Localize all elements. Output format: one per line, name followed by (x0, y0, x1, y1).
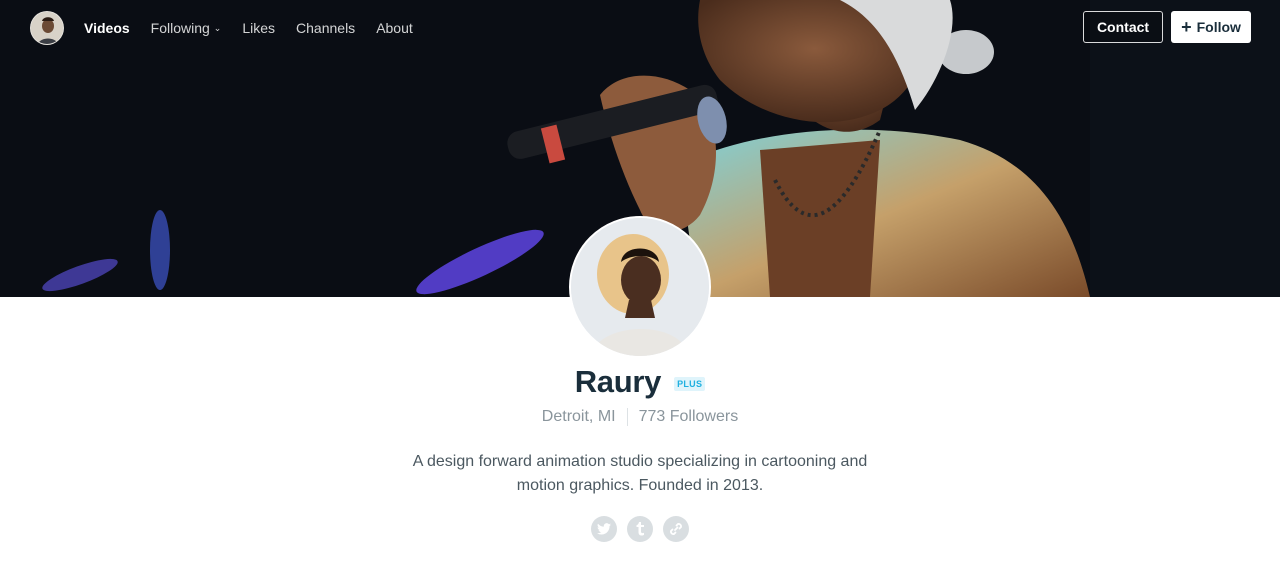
contact-button-label: Contact (1096, 19, 1150, 35)
nav-about[interactable]: About (376, 20, 413, 36)
profile-meta: Detroit, MI 773 Followers (0, 408, 1280, 426)
nav-videos-label: Videos (84, 20, 130, 36)
profile-name-row: Raury PLUS (0, 364, 1280, 400)
plus-icon: + (1181, 17, 1192, 37)
user-avatar[interactable] (30, 11, 64, 45)
followers-count[interactable]: 773 Followers (639, 408, 739, 426)
primary-nav: Videos Following ⌄ Likes Channels About (84, 0, 434, 56)
nav-channels[interactable]: Channels (296, 20, 355, 36)
profile-avatar (569, 216, 711, 358)
social-links (0, 516, 1280, 542)
nav-about-label: About (376, 20, 413, 36)
nav-videos[interactable]: Videos (84, 20, 130, 36)
profile-bio: A design forward animation studio specia… (412, 453, 868, 494)
profile-location: Detroit, MI (541, 408, 616, 425)
profile-name: Raury (574, 364, 662, 399)
plus-badge: PLUS (674, 377, 706, 391)
link-icon[interactable] (663, 516, 689, 542)
nav-following[interactable]: Following ⌄ (151, 20, 222, 36)
follow-button[interactable]: + Follow (1171, 11, 1251, 43)
follow-button-label: Follow (1196, 19, 1241, 35)
contact-button[interactable]: Contact (1083, 11, 1163, 43)
chevron-down-icon: ⌄ (213, 22, 222, 33)
tumblr-icon[interactable] (627, 516, 653, 542)
nav-following-label: Following (150, 20, 210, 36)
profile-avatar-image (571, 218, 709, 356)
twitter-icon[interactable] (591, 516, 617, 542)
nav-likes[interactable]: Likes (242, 20, 275, 36)
nav-likes-label: Likes (242, 20, 276, 36)
nav-channels-label: Channels (296, 20, 356, 36)
user-avatar-image (31, 12, 63, 44)
top-navigation: Videos Following ⌄ Likes Channels About C… (0, 0, 1280, 56)
meta-divider (626, 408, 628, 426)
